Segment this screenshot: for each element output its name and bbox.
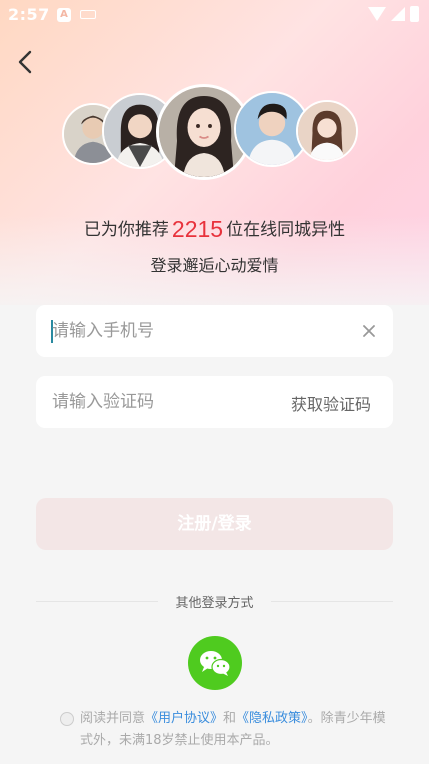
signal-icon bbox=[391, 7, 405, 21]
agreement-text: 阅读并同意《用户协议》和《隐私政策》。除青少年模式外，未满18岁禁止使用本产品。 bbox=[80, 708, 390, 752]
online-count: 2215 bbox=[171, 216, 224, 242]
battery-icon bbox=[410, 6, 419, 22]
verification-code-input[interactable] bbox=[52, 376, 272, 428]
phone-input[interactable] bbox=[52, 305, 272, 357]
get-code-button[interactable]: 获取验证码 bbox=[291, 391, 371, 415]
code-field: 获取验证码 bbox=[36, 376, 393, 428]
divider-right bbox=[271, 601, 393, 602]
slogan: 登录邂逅心动爱情 bbox=[150, 256, 279, 275]
recommendation-suffix: 位在线同城异性 bbox=[226, 220, 346, 240]
agreement-and: 和 bbox=[223, 711, 237, 726]
status-bar: 2:57 A bbox=[0, 0, 429, 30]
clear-button[interactable] bbox=[359, 321, 379, 341]
back-button[interactable] bbox=[10, 45, 40, 79]
back-arrow-icon bbox=[18, 50, 32, 74]
clear-icon bbox=[363, 325, 375, 337]
wechat-icon bbox=[200, 651, 231, 676]
wifi-icon bbox=[368, 7, 386, 21]
status-time: 2:57 bbox=[8, 5, 50, 24]
avatar bbox=[296, 100, 358, 162]
privacy-policy-link[interactable]: 《隐私政策》 bbox=[236, 711, 308, 726]
phone-field bbox=[36, 305, 393, 357]
agreement-prefix: 阅读并同意 bbox=[80, 711, 146, 726]
app-notification-icon: A bbox=[57, 8, 71, 22]
register-login-button[interactable]: 注册/登录 bbox=[36, 498, 393, 550]
status-indicators bbox=[368, 6, 419, 22]
wechat-login-button[interactable] bbox=[188, 636, 242, 690]
recommendation-prefix: 已为你推荐 bbox=[83, 220, 169, 240]
agreement-checkbox[interactable] bbox=[60, 712, 74, 726]
user-agreement-link[interactable]: 《用户协议》 bbox=[145, 711, 223, 726]
recommendation-text: 已为你推荐 2215 位在线同城异性 bbox=[0, 215, 429, 243]
keyboard-icon bbox=[80, 10, 96, 19]
